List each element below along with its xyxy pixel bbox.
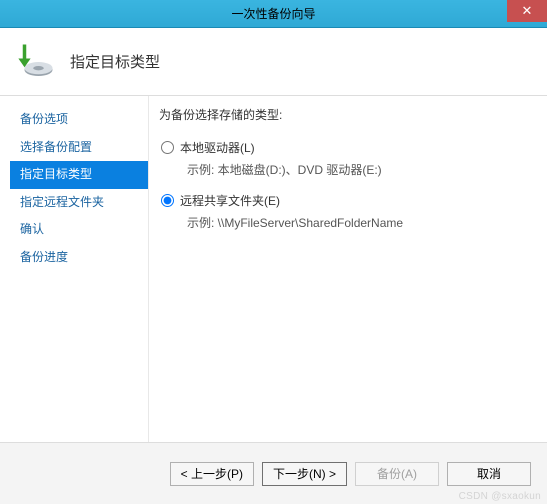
- watermark: CSDN @sxaokun: [459, 491, 541, 502]
- backup-wizard-icon: [14, 41, 56, 83]
- cancel-button[interactable]: 取消: [447, 462, 531, 486]
- radio-row-remote[interactable]: 远程共享文件夹(E): [161, 192, 535, 209]
- titlebar: 一次性备份向导 ✕: [0, 0, 547, 28]
- next-button[interactable]: 下一步(N) >: [262, 462, 347, 486]
- backup-button: 备份(A): [355, 462, 439, 486]
- option-local-drive: 本地驱动器(L) 示例: 本地磁盘(D:)、DVD 驱动器(E:): [161, 139, 535, 178]
- example-local: 示例: 本地磁盘(D:)、DVD 驱动器(E:): [187, 161, 535, 178]
- radio-row-local[interactable]: 本地驱动器(L): [161, 139, 535, 156]
- close-button[interactable]: ✕: [507, 0, 547, 22]
- sidebar-item-confirm[interactable]: 确认: [14, 216, 148, 244]
- radio-label-local: 本地驱动器(L): [180, 139, 255, 156]
- sidebar: 备份选项 选择备份配置 指定目标类型 指定远程文件夹 确认 备份进度: [0, 96, 148, 442]
- sidebar-item-backup-progress[interactable]: 备份进度: [14, 244, 148, 272]
- page-title: 指定目标类型: [70, 51, 160, 72]
- close-icon: ✕: [522, 3, 533, 19]
- radio-group: 本地驱动器(L) 示例: 本地磁盘(D:)、DVD 驱动器(E:) 远程共享文件…: [161, 139, 535, 231]
- sidebar-item-remote-folder[interactable]: 指定远程文件夹: [14, 189, 148, 217]
- example-remote: 示例: \\MyFileServer\SharedFolderName: [187, 214, 535, 231]
- sidebar-item-target-type[interactable]: 指定目标类型: [10, 161, 148, 189]
- sidebar-item-select-config[interactable]: 选择备份配置: [14, 134, 148, 162]
- main-panel: 为备份选择存储的类型: 本地驱动器(L) 示例: 本地磁盘(D:)、DVD 驱动…: [148, 96, 547, 442]
- radio-label-remote: 远程共享文件夹(E): [180, 192, 280, 209]
- header: 指定目标类型: [0, 28, 547, 96]
- main-heading: 为备份选择存储的类型:: [159, 106, 535, 123]
- sidebar-item-backup-options[interactable]: 备份选项: [14, 106, 148, 134]
- content-area: 备份选项 选择备份配置 指定目标类型 指定远程文件夹 确认 备份进度 为备份选择…: [0, 96, 547, 442]
- window-title: 一次性备份向导: [231, 5, 315, 22]
- radio-remote-share[interactable]: [161, 194, 174, 207]
- previous-button[interactable]: < 上一步(P): [170, 462, 254, 486]
- option-remote-share: 远程共享文件夹(E) 示例: \\MyFileServer\SharedFold…: [161, 192, 535, 231]
- radio-local-drive[interactable]: [161, 141, 174, 154]
